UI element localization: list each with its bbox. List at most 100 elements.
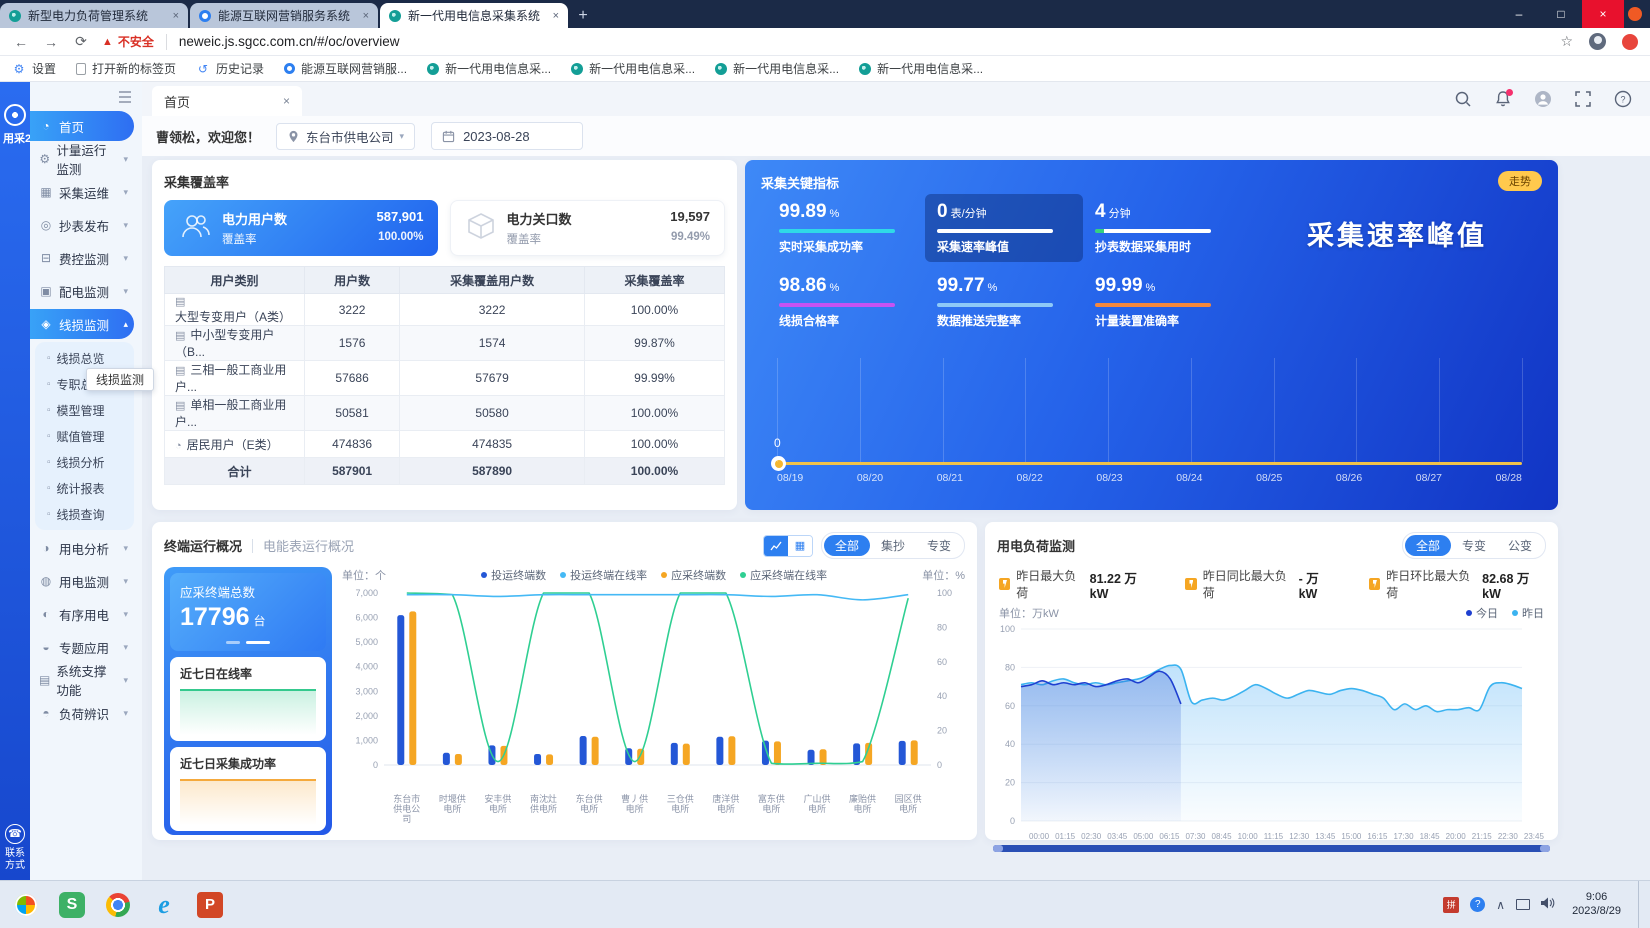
page-tab-home[interactable]: 首页 ×: [152, 86, 302, 116]
metric-实时采集成功率[interactable]: 99.89%实时采集成功率: [767, 194, 925, 262]
sidebar-subitem-赋值管理[interactable]: ▫赋值管理: [35, 423, 134, 449]
bookmark-item[interactable]: 新一代用电信息采...: [715, 60, 839, 77]
legend-item[interactable]: 投运终端数: [481, 567, 546, 583]
table-row[interactable]: ▤大型专变用户（A类）32223222100.00%: [165, 294, 725, 326]
sidebar-item-抄表发布[interactable]: ◎抄表发布▾: [30, 210, 134, 240]
sidebar-subitem-线损分析[interactable]: ▫线损分析: [35, 449, 134, 475]
minimize-button[interactable]: –: [1498, 0, 1540, 28]
filter-公变[interactable]: 公变: [1497, 535, 1543, 556]
bookmark-item[interactable]: 新一代用电信息采...: [571, 60, 695, 77]
show-desktop-button[interactable]: [1638, 881, 1644, 928]
power-users-card[interactable]: 电力用户数587,901 覆盖率100.00%: [164, 200, 438, 256]
org-selector[interactable]: 东台市供电公司 ▾: [276, 123, 415, 150]
sidebar-item-用电监测[interactable]: ◍用电监测▾: [30, 566, 134, 596]
tab-close-icon[interactable]: ×: [363, 10, 369, 22]
metric-抄表数据采集用时[interactable]: 4分钟抄表数据采集用时: [1083, 194, 1241, 262]
sidebar-item-费控监测[interactable]: ⊟费控监测▾: [30, 243, 134, 273]
table-view-icon[interactable]: ▦: [788, 536, 812, 556]
fullscreen-icon[interactable]: [1574, 90, 1592, 108]
browser-avatar-icon[interactable]: [1589, 33, 1606, 50]
close-button[interactable]: ×: [1582, 0, 1624, 28]
browser-tab[interactable]: 能源互联网营销服务系统×: [190, 3, 378, 28]
sidebar-subitem-模型管理[interactable]: ▫模型管理: [35, 397, 134, 423]
update-badge-icon[interactable]: [1622, 34, 1638, 50]
chart-view-icon[interactable]: [764, 536, 788, 556]
sidebar-subitem-统计报表[interactable]: ▫统计报表: [35, 475, 134, 501]
legend-item[interactable]: 今日: [1466, 605, 1498, 621]
refresh-icon[interactable]: ⟳: [72, 33, 90, 50]
bookmark-item[interactable]: 能源互联网营销服...: [284, 60, 407, 77]
tray-expand-icon[interactable]: ∧: [1496, 898, 1505, 912]
table-row[interactable]: ◔居民用户（E类）474836474835100.00%: [165, 431, 725, 458]
gateway-card[interactable]: 电力关口数19,597 覆盖率99.49%: [450, 200, 726, 256]
user-avatar-icon[interactable]: [1534, 90, 1552, 108]
collect-success-card[interactable]: 近七日采集成功率: [170, 747, 326, 831]
bookmark-star-icon[interactable]: ☆: [1560, 33, 1573, 50]
metric-计量装置准确率[interactable]: 99.99%计量装置准确率: [1083, 268, 1241, 336]
sidebar-item-有序用电[interactable]: ◐有序用电▾: [30, 599, 134, 629]
sidebar-item-用电分析[interactable]: ◑用电分析▾: [30, 533, 134, 563]
sidebar-item-专题应用[interactable]: ◒专题应用▾: [30, 632, 134, 662]
sidebar-item-配电监测[interactable]: ▣配电监测▾: [30, 276, 134, 306]
filter-全部[interactable]: 全部: [824, 535, 870, 556]
sidebar-collapse-icon[interactable]: [30, 86, 142, 108]
contact-button[interactable]: ☎ 联系方式: [0, 824, 30, 872]
taskbar-chrome-icon[interactable]: [98, 885, 138, 925]
back-icon[interactable]: ←: [12, 34, 30, 50]
filter-专变[interactable]: 专变: [1451, 535, 1497, 556]
taskbar-ie-icon[interactable]: e: [144, 885, 184, 925]
carousel-dots[interactable]: [170, 641, 326, 644]
table-row[interactable]: ▤单相一般工商业用户...5058150580100.00%: [165, 396, 725, 431]
bookmark-item[interactable]: 打开新的标签页: [76, 60, 176, 77]
online-rate-card[interactable]: 近七日在线率: [170, 657, 326, 741]
help-icon[interactable]: ?: [1614, 90, 1632, 108]
taskbar-clock[interactable]: 9:06 2023/8/29: [1572, 891, 1621, 919]
bookmark-item[interactable]: ⚙设置: [12, 60, 56, 77]
search-icon[interactable]: [1454, 90, 1472, 108]
sidebar-item-采集运维[interactable]: ▦采集运维▾: [30, 177, 134, 207]
taskbar-powerpoint-icon[interactable]: P: [190, 885, 230, 925]
sidebar-item-首页[interactable]: ◔首页: [30, 111, 134, 141]
filter-全部[interactable]: 全部: [1405, 535, 1451, 556]
sidebar-item-负荷辨识[interactable]: ◓负荷辨识▾: [30, 698, 134, 728]
tab-close-icon[interactable]: ×: [173, 10, 179, 22]
sidebar-item-线损监测[interactable]: ◈线损监测▴: [30, 309, 134, 339]
tray-volume-icon[interactable]: [1541, 897, 1555, 912]
bookmark-item[interactable]: 新一代用电信息采...: [427, 60, 551, 77]
chart-scrollbar[interactable]: [993, 845, 1550, 852]
ime-icon[interactable]: 拼: [1443, 897, 1459, 913]
table-row[interactable]: 合计587901587890100.00%: [165, 458, 725, 485]
legend-item[interactable]: 昨日: [1512, 605, 1544, 621]
url-text[interactable]: neweic.js.sgcc.com.cn/#/oc/overview: [179, 34, 1549, 49]
start-button[interactable]: [6, 885, 46, 925]
new-tab-button[interactable]: +: [570, 3, 596, 28]
sidebar-subitem-线损查询[interactable]: ▫线损查询: [35, 501, 134, 527]
tab-meter-overview[interactable]: 电能表运行概况: [263, 536, 354, 555]
legend-item[interactable]: 应采终端在线率: [740, 567, 827, 583]
bookmark-item[interactable]: 新一代用电信息采...: [859, 60, 983, 77]
legend-item[interactable]: 投运终端在线率: [560, 567, 647, 583]
timeline-dot[interactable]: [771, 456, 786, 471]
filter-集抄[interactable]: 集抄: [870, 535, 916, 556]
table-row[interactable]: ▤三相一般工商业用户...576865767999.99%: [165, 361, 725, 396]
metric-采集速率峰值[interactable]: 0表/分钟采集速率峰值: [925, 194, 1083, 262]
trend-button[interactable]: 走势: [1498, 171, 1542, 191]
page-tab-close-icon[interactable]: ×: [283, 94, 290, 108]
metric-线损合格率[interactable]: 98.86%线损合格率: [767, 268, 925, 336]
date-picker[interactable]: 2023-08-28: [431, 122, 583, 150]
bell-icon[interactable]: [1494, 90, 1512, 108]
bookmark-item[interactable]: ↺历史记录: [196, 60, 264, 77]
browser-tab[interactable]: 新一代用电信息采集系统×: [380, 3, 568, 28]
tray-display-icon[interactable]: [1516, 899, 1530, 910]
tab-terminal-overview[interactable]: 终端运行概况: [164, 536, 242, 555]
terminal-total-card[interactable]: 应采终端总数 17796台: [170, 573, 326, 651]
filter-专变[interactable]: 专变: [916, 535, 962, 556]
sidebar-item-计量运行监测[interactable]: ⚙计量运行监测▾: [30, 144, 134, 174]
security-chip[interactable]: ▲ 不安全: [102, 33, 154, 50]
table-row[interactable]: ▤中小型专变用户（B...1576157499.87%: [165, 326, 725, 361]
tab-close-icon[interactable]: ×: [553, 10, 559, 22]
legend-item[interactable]: 应采终端数: [661, 567, 726, 583]
tray-help-icon[interactable]: ?: [1470, 897, 1485, 912]
metric-数据推送完整率[interactable]: 99.77%数据推送完整率: [925, 268, 1083, 336]
taskbar-wps-icon[interactable]: S: [52, 885, 92, 925]
